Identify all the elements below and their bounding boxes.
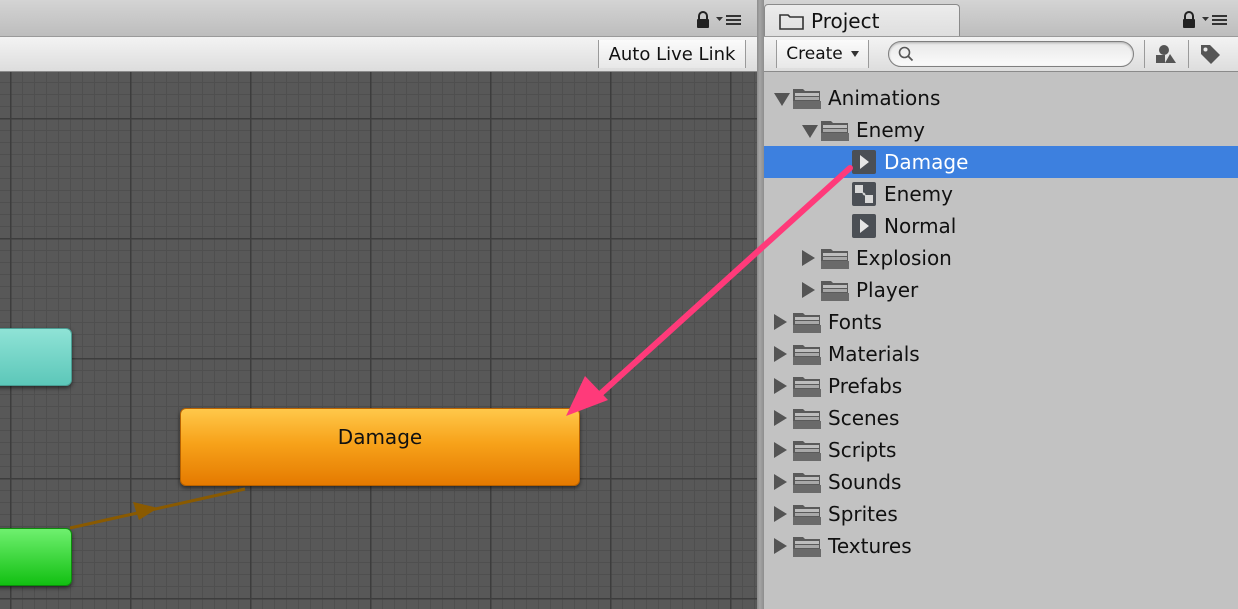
folder-icon <box>821 121 849 141</box>
tree-item-label: Sprites <box>828 502 898 526</box>
window-menu-icon[interactable] <box>1202 13 1228 27</box>
collapsed-arrow-icon[interactable] <box>774 506 787 522</box>
folder-icon <box>793 473 821 493</box>
folder-icon <box>793 409 821 429</box>
tree-item-label: Textures <box>828 534 912 558</box>
tree-asset-item[interactable]: Enemy <box>764 178 1238 210</box>
tree-item-label: Enemy <box>856 118 925 142</box>
tree-item-label: Fonts <box>828 310 882 334</box>
tree-item-label: Animations <box>828 86 941 110</box>
tab-project[interactable]: Project <box>764 4 960 37</box>
tree-folder-item[interactable]: Sprites <box>764 498 1238 530</box>
tree-folder-item[interactable]: Explosion <box>764 242 1238 274</box>
filter-by-label-button[interactable] <box>1188 40 1230 68</box>
tree-folder-item[interactable]: Materials <box>764 338 1238 370</box>
tree-folder-item[interactable]: Animations <box>764 82 1238 114</box>
collapsed-arrow-icon[interactable] <box>802 282 815 298</box>
folder-icon <box>793 537 821 557</box>
expanded-arrow-icon[interactable] <box>802 125 818 138</box>
search-input[interactable] <box>919 44 1119 64</box>
filter-by-type-icon <box>1155 45 1176 63</box>
tab-project-label: Project <box>811 9 880 33</box>
animator-window: Auto Live Link Damage <box>0 0 757 609</box>
tree-item-label: Damage <box>884 150 969 174</box>
create-button-label: Create <box>786 44 843 64</box>
tag-icon <box>1200 45 1220 64</box>
expanded-arrow-icon[interactable] <box>774 93 790 106</box>
tree-asset-item[interactable]: Damage <box>764 146 1238 178</box>
collapsed-arrow-icon[interactable] <box>774 410 787 426</box>
project-toolbar: Create <box>764 36 1238 72</box>
search-icon <box>898 46 914 62</box>
project-window-controls <box>1182 11 1228 29</box>
folder-icon <box>793 441 821 461</box>
collapsed-arrow-icon[interactable] <box>774 378 787 394</box>
tree-folder-item[interactable]: Textures <box>764 530 1238 562</box>
state-transition[interactable] <box>69 487 246 530</box>
folder-icon <box>793 89 821 109</box>
create-dropdown-button[interactable]: Create <box>776 40 869 68</box>
search-field[interactable] <box>888 41 1134 67</box>
tree-item-label: Scripts <box>828 438 897 462</box>
tree-item-label: Player <box>856 278 919 302</box>
project-window: Project Create Animations Enemy Damage E… <box>764 0 1238 609</box>
folder-icon <box>793 345 821 365</box>
collapsed-arrow-icon[interactable] <box>802 250 815 266</box>
tree-folder-item[interactable]: Sounds <box>764 466 1238 498</box>
tree-folder-item[interactable]: Scenes <box>764 402 1238 434</box>
animator-tab-bar <box>0 0 757 36</box>
lock-icon[interactable] <box>1182 11 1196 29</box>
tree-asset-item[interactable]: Normal <box>764 210 1238 242</box>
tree-folder-item[interactable]: Player <box>764 274 1238 306</box>
transition-arrowhead <box>133 502 158 520</box>
collapsed-arrow-icon[interactable] <box>774 314 787 330</box>
tree-item-label: Materials <box>828 342 920 366</box>
graph-overlay <box>69 487 246 530</box>
collapsed-arrow-icon[interactable] <box>774 474 787 490</box>
folder-icon <box>821 249 849 269</box>
collapsed-arrow-icon[interactable] <box>774 442 787 458</box>
state-machine-graph[interactable]: Damage <box>0 72 757 609</box>
folder-icon <box>793 377 821 397</box>
collapsed-arrow-icon[interactable] <box>774 346 787 362</box>
tree-folder-item[interactable]: Scripts <box>764 434 1238 466</box>
animator-controller-icon <box>852 182 876 206</box>
project-tab-bar: Project <box>764 0 1238 37</box>
lock-icon[interactable] <box>696 11 710 29</box>
dropdown-arrow-icon <box>850 51 859 57</box>
animation-clip-icon <box>852 214 876 238</box>
tree-item-label: Normal <box>884 214 957 238</box>
animator-window-controls <box>696 11 742 29</box>
project-folder-tree: Animations Enemy Damage Enemy Normal Explosio… <box>764 82 1238 562</box>
tree-item-label: Explosion <box>856 246 952 270</box>
tree-item-label: Scenes <box>828 406 900 430</box>
animator-toolbar: Auto Live Link <box>0 36 757 72</box>
tree-item-label: Enemy <box>884 182 953 206</box>
tree-folder-item[interactable]: Prefabs <box>764 370 1238 402</box>
folder-icon <box>793 313 821 333</box>
panel-divider[interactable] <box>757 0 764 609</box>
window-menu-icon[interactable] <box>716 13 742 27</box>
tree-folder-item[interactable]: Enemy <box>764 114 1238 146</box>
tree-folder-item[interactable]: Fonts <box>764 306 1238 338</box>
animation-clip-icon <box>852 150 876 174</box>
folder-icon <box>793 505 821 525</box>
auto-live-link-toggle[interactable]: Auto Live Link <box>598 40 746 68</box>
tree-item-label: Prefabs <box>828 374 903 398</box>
tree-item-label: Sounds <box>828 470 902 494</box>
folder-icon <box>821 281 849 301</box>
collapsed-arrow-icon[interactable] <box>774 538 787 554</box>
filter-by-type-button[interactable] <box>1144 40 1186 68</box>
folder-tab-icon <box>779 14 804 30</box>
